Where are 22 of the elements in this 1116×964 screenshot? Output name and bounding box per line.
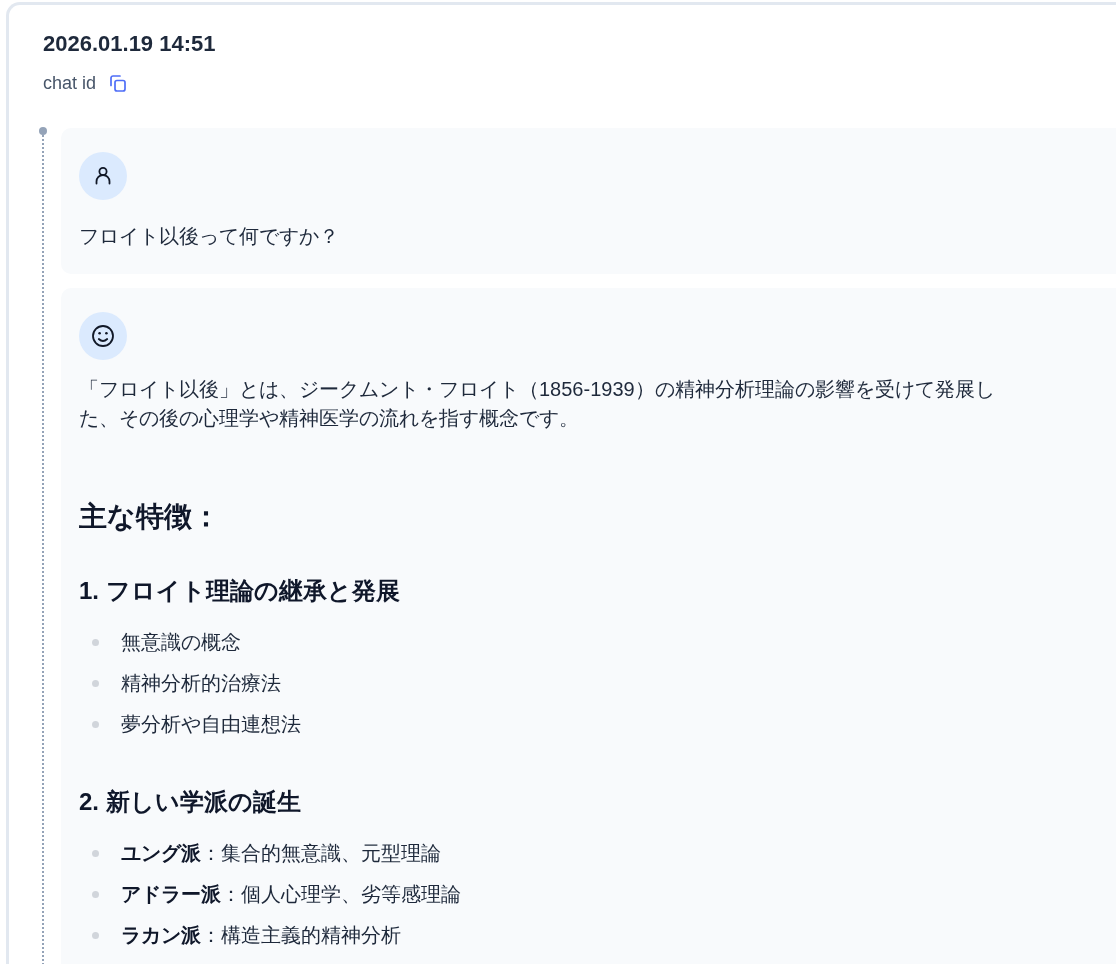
bullet-icon bbox=[92, 891, 99, 898]
list-item-text: ラカン派：構造主義的精神分析 bbox=[121, 923, 401, 948]
bullet-icon bbox=[92, 680, 99, 687]
list-item-text: アドラー派：個人心理学、劣等感理論 bbox=[121, 882, 461, 907]
timestamp-title: 2026.01.19 14:51 bbox=[43, 30, 216, 58]
list-item-text: 夢分析や自由連想法 bbox=[121, 712, 301, 737]
copy-icon[interactable] bbox=[110, 74, 127, 92]
list-item-text: ユング派：集合的無意識、元型理論 bbox=[121, 841, 441, 866]
smiley-icon bbox=[79, 312, 127, 360]
bullet-icon bbox=[92, 932, 99, 939]
bullet-icon bbox=[92, 721, 99, 728]
bullet-icon bbox=[92, 639, 99, 646]
message-text: 「フロイト以後」とは、ジークムント・フロイト（1856-1939）の精神分析理論の影響を受けて発展した、その後の心理学や精神医学の流れを指す概念です。 bbox=[79, 377, 996, 431]
list-item-text: 無意識の概念 bbox=[121, 630, 241, 655]
chat-id-label: chat id bbox=[43, 72, 97, 95]
section-heading: 主な特徴： bbox=[79, 500, 220, 534]
message-text: フロイト以後って何ですか？ bbox=[79, 224, 340, 249]
subsection-heading: 2. 新しい学派の誕生 bbox=[79, 787, 301, 817]
subsection-heading: 1. フロイト理論の継承と発展 bbox=[79, 576, 400, 606]
bullet-icon bbox=[92, 850, 99, 857]
list-item-text: 精神分析的治療法 bbox=[121, 671, 281, 696]
person-icon bbox=[79, 152, 127, 200]
